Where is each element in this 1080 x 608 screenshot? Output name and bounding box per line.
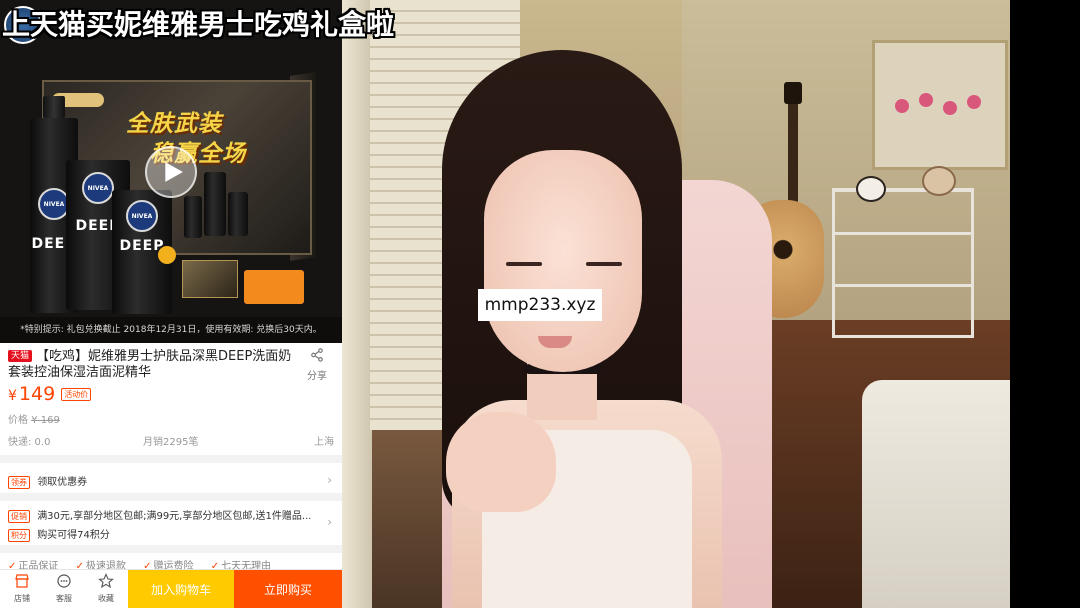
- coupon-text: 领取优惠券: [37, 477, 88, 488]
- gift-round-badge: [158, 246, 176, 264]
- monthly-sales: 月销2295笔: [143, 437, 199, 448]
- coupon-row[interactable]: 领券 领取优惠券 ›: [8, 473, 334, 489]
- box-item-2: [228, 192, 248, 236]
- screen: 全肤武装 稳赢全场 NIVEA DEEP NIVEA DEEP NIVEA DE…: [0, 0, 1080, 608]
- divider: [0, 493, 342, 501]
- points-tag: 积分: [8, 529, 30, 542]
- eye-left: [506, 262, 542, 266]
- price-value: 149: [18, 383, 56, 405]
- box-item-3: [184, 196, 202, 238]
- gift-card: [182, 260, 238, 298]
- add-to-cart-button[interactable]: 加入购物车: [128, 570, 234, 608]
- points-row: 积分 购买可得74积分: [8, 526, 334, 542]
- watermark-label: mmp233.xyz: [478, 289, 602, 321]
- panda-plush: [856, 176, 886, 202]
- favorite-label: 收藏: [98, 594, 114, 603]
- window-frame: [342, 0, 372, 608]
- share-icon: [311, 348, 323, 362]
- promotion-text: 满30元,享部分地区包邮;满99元,享部分地区包邮,送1件赠品...: [37, 511, 312, 522]
- ship-location: 上海: [314, 437, 334, 448]
- eye-right: [586, 262, 622, 266]
- bottle-cap: [42, 96, 66, 118]
- points-text: 购买可得74积分: [37, 530, 110, 541]
- favorite-button[interactable]: 收藏: [86, 573, 126, 604]
- shopping-panel: 全肤武装 稳赢全场 NIVEA DEEP NIVEA DEEP NIVEA DE…: [0, 0, 342, 608]
- promotion-tag: 促销: [8, 510, 30, 523]
- nivea-logo-icon: NIVEA: [82, 172, 114, 204]
- letterbox-right: [1010, 0, 1080, 608]
- chat-icon: [57, 574, 71, 588]
- bear-plush: [922, 166, 956, 196]
- streamer-hand: [446, 412, 556, 512]
- flower-decor: [919, 93, 933, 107]
- original-price: ¥ 169: [31, 415, 60, 426]
- store-label: 店铺: [14, 594, 30, 603]
- original-price-label: 价格: [8, 415, 28, 426]
- overlay-title: 上天猫买妮维雅男士吃鸡礼盒啦: [2, 8, 395, 41]
- box-item-1: [204, 172, 226, 236]
- chevron-right-icon: ›: [327, 473, 332, 487]
- price-tag: 活动价: [61, 388, 92, 401]
- buy-now-button[interactable]: 立即购买: [234, 570, 342, 608]
- play-video-button[interactable]: [145, 146, 197, 198]
- sofa: [862, 380, 1010, 608]
- promo-text-1: 全肤武装: [126, 111, 222, 137]
- flower-decor: [967, 95, 981, 109]
- original-price-row: 价格 ¥ 169: [8, 411, 60, 426]
- rolling-shelf: [832, 188, 974, 338]
- divider: [0, 545, 342, 553]
- product-image[interactable]: 全肤武装 稳赢全场 NIVEA DEEP NIVEA DEEP NIVEA DE…: [0, 0, 342, 343]
- nivea-logo-icon: NIVEA: [126, 200, 158, 232]
- gift-tag: [244, 270, 304, 304]
- stream-video[interactable]: mmp233.xyz: [342, 0, 1010, 608]
- price-currency: ¥: [8, 388, 17, 404]
- star-icon: [98, 573, 114, 589]
- bottom-action-bar: 店铺 客服 收藏 加入购物车 立即购买: [0, 569, 342, 608]
- store-icon: [15, 574, 29, 588]
- guitar-head: [784, 82, 802, 104]
- coupon-tag: 领券: [8, 476, 30, 489]
- shipping-fee: 快递: 0.0: [8, 437, 51, 448]
- flower-decor: [943, 101, 957, 115]
- customer-service-button[interactable]: 客服: [44, 573, 84, 604]
- share-label: 分享: [307, 371, 327, 382]
- wall-picture: [872, 40, 1008, 170]
- product-title[interactable]: 天猫 【吃鸡】妮维雅男士护肤品深黑DEEP洗面奶套装控油保湿洁面泥精华: [8, 349, 298, 381]
- product-footnote: *特别提示: 礼包兑换截止 2018年12月31日，使用有效期: 兑换后30天内…: [20, 325, 322, 335]
- price-row: ¥ 149 活动价: [8, 383, 92, 405]
- play-icon: [165, 162, 183, 182]
- product-title-text: 【吃鸡】妮维雅男士护肤品深黑DEEP洗面奶套装控油保湿洁面泥精华: [8, 349, 292, 380]
- divider: [0, 455, 342, 463]
- flower-decor: [895, 99, 909, 113]
- share-button[interactable]: 分享: [302, 347, 332, 382]
- service-label: 客服: [56, 594, 72, 603]
- tmall-tag: 天猫: [8, 350, 33, 362]
- store-button[interactable]: 店铺: [2, 573, 42, 604]
- product-info: 天猫 【吃鸡】妮维雅男士护肤品深黑DEEP洗面奶套装控油保湿洁面泥精华 分享 ¥ …: [0, 343, 342, 573]
- promotion-row[interactable]: 促销 满30元,享部分地区包邮;满99元,享部分地区包邮,送1件赠品... ›: [8, 507, 334, 529]
